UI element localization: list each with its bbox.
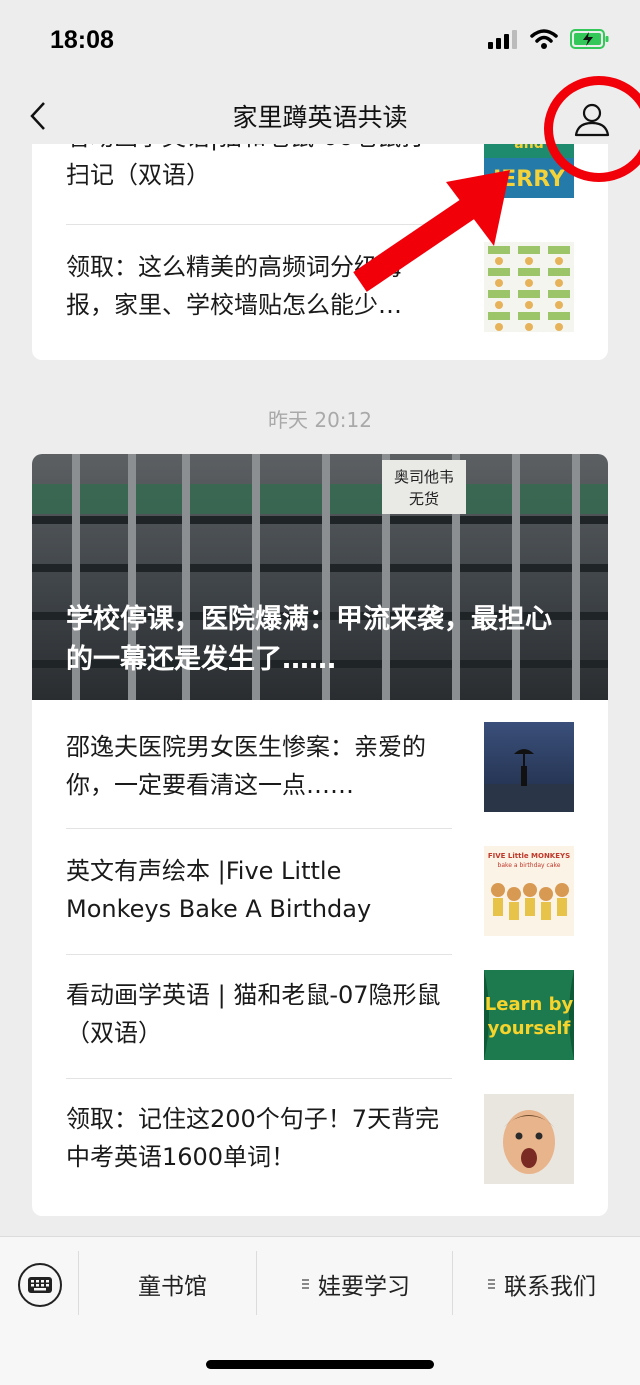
- submenu-icon: [302, 1277, 312, 1291]
- article-item[interactable]: 英文有声绘本 |Five Little Monkeys Bake A Birth…: [32, 830, 608, 955]
- svg-text:yourself: yourself: [488, 1018, 571, 1039]
- message-feed[interactable]: 看动画学英语|猫和老鼠-06老鼠打扫记（双语） and JERRY 领取：这么精…: [0, 144, 640, 1236]
- article-title: 邵逸夫医院男女医生惨案：亲爱的你，一定要看清这一点……: [66, 733, 426, 799]
- divider: [66, 224, 452, 225]
- page-title: 家里蹲英语共读: [232, 103, 408, 132]
- menu-item-contact-us[interactable]: 联系我们: [488, 1267, 596, 1301]
- article-thumbnail-word-poster: [484, 242, 574, 332]
- svg-text:FIVE Little MONKEYS: FIVE Little MONKEYS: [488, 852, 570, 860]
- menu-separator: [78, 1251, 79, 1315]
- article-thumbnail-tom-and-jerry: and JERRY: [484, 144, 574, 198]
- svg-text:Learn by: Learn by: [485, 994, 574, 1015]
- status-bar: 18:08: [0, 0, 640, 88]
- submenu-icon: [488, 1277, 498, 1291]
- svg-text:bake a birthday cake: bake a birthday cake: [498, 862, 561, 869]
- svg-text:JERRY: JERRY: [491, 167, 566, 192]
- wifi-icon: [530, 29, 558, 49]
- article-item[interactable]: 领取：这么精美的高频词分级海报，家里、学校墙贴怎么能少…: [32, 226, 608, 346]
- hero-sign-text: 奥司他韦: [394, 468, 454, 486]
- article-title: 看动画学英语 | 猫和老鼠-07隐形鼠（双语）: [66, 981, 441, 1047]
- menu-item-picture-books[interactable]: 童书馆: [138, 1267, 207, 1301]
- home-indicator: [206, 1360, 434, 1369]
- article-card-previous: 看动画学英语|猫和老鼠-06老鼠打扫记（双语） and JERRY 领取：这么精…: [32, 144, 608, 360]
- article-thumbnail-umbrella-silhouette: [484, 722, 574, 812]
- status-time: 18:08: [50, 26, 114, 54]
- article-thumbnail-five-little-monkeys: FIVE Little MONKEYS bake a birthday cake: [484, 846, 574, 936]
- article-title: 领取：这么精美的高频词分级海报，家里、学校墙贴怎么能少…: [66, 253, 402, 319]
- battery-charging-icon: [570, 29, 609, 49]
- article-item[interactable]: 看动画学英语|猫和老鼠-06老鼠打扫记（双语） and JERRY: [32, 144, 608, 225]
- keyboard-toggle-button[interactable]: [18, 1263, 62, 1307]
- svg-text:and: and: [514, 144, 543, 152]
- article-item[interactable]: 领取：记住这200个句子！7天背完中考英语1600单词！: [32, 1078, 608, 1198]
- article-item[interactable]: 看动画学英语 | 猫和老鼠-07隐形鼠（双语） Learn by yoursel…: [32, 954, 608, 1079]
- hero-article[interactable]: 奥司他韦 无货 学校停课，医院爆满：甲流来袭，最担心的一幕还是发生了……: [32, 454, 608, 700]
- article-title: 英文有声绘本 |Five Little Monkeys Bake A Birth…: [66, 857, 372, 923]
- article-thumbnail-surprised-boy: [484, 1094, 574, 1184]
- svg-text:无货: 无货: [409, 490, 439, 508]
- menu-item-label: 童书馆: [138, 1274, 207, 1300]
- article-thumbnail-learn-by-yourself: Learn by yourself: [484, 970, 574, 1060]
- article-card-main: 奥司他韦 无货 学校停课，医院爆满：甲流来袭，最担心的一幕还是发生了…… 邵逸夫…: [32, 454, 608, 1216]
- menu-item-label: 联系我们: [504, 1274, 596, 1300]
- cellular-signal-icon: [488, 30, 517, 49]
- nav-bar: 家里蹲英语共读: [0, 88, 640, 144]
- menu-item-label: 娃要学习: [318, 1274, 410, 1300]
- keyboard-icon: [28, 1277, 52, 1293]
- profile-button[interactable]: [568, 96, 616, 144]
- person-icon: [574, 103, 610, 137]
- article-title: 领取：记住这200个句子！7天背完中考英语1600单词！: [66, 1105, 440, 1171]
- menu-separator: [452, 1251, 453, 1315]
- menu-item-kids-learning[interactable]: 娃要学习: [302, 1267, 410, 1301]
- divider: [66, 828, 452, 829]
- status-icons: [488, 28, 610, 50]
- article-item[interactable]: 邵逸夫医院男女医生惨案：亲爱的你，一定要看清这一点……: [32, 700, 608, 829]
- menu-separator: [256, 1251, 257, 1315]
- article-title: 看动画学英语|猫和老鼠-06老鼠打扫记（双语）: [66, 144, 425, 189]
- hero-title: 学校停课，医院爆满：甲流来袭，最担心的一幕还是发生了……: [66, 604, 552, 675]
- message-timestamp: 昨天 20:12: [268, 408, 372, 432]
